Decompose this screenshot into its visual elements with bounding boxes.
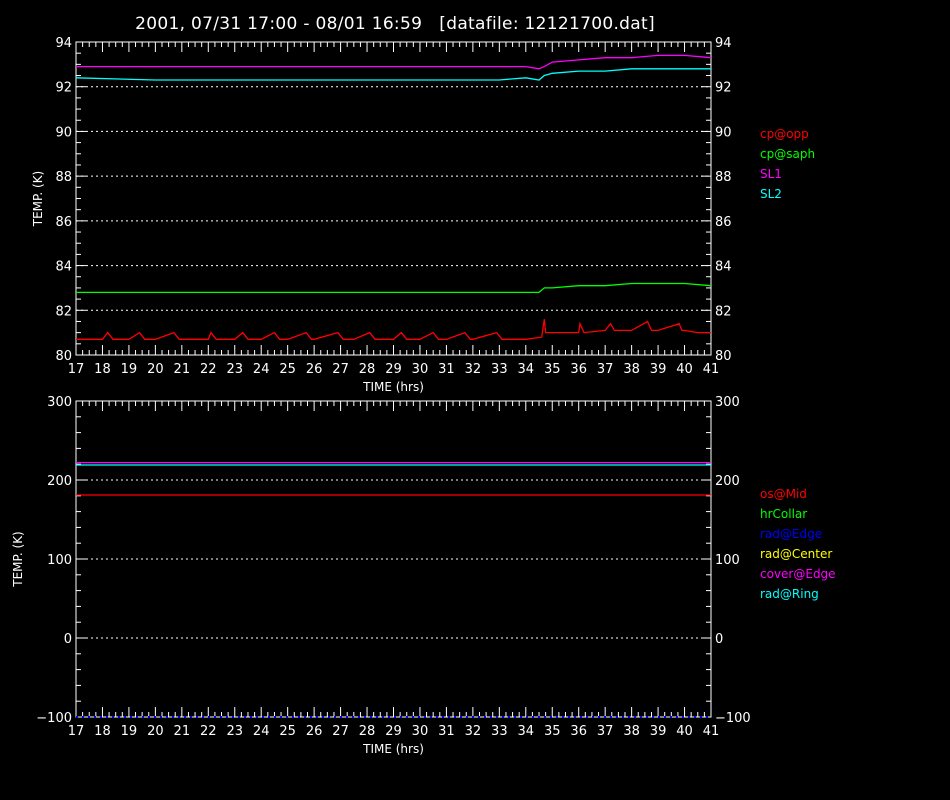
x-tick-label: 35 xyxy=(544,362,561,377)
legend-entry-sl1: SL1 xyxy=(760,167,782,181)
x-tick-label: 38 xyxy=(623,362,640,377)
y-tick-label-right: −100 xyxy=(715,711,751,726)
x-tick-label: 21 xyxy=(174,362,191,377)
chart-canvas: 17 18 19 20 21 22 23 24 25 26 27 28 29 30 31 32 33 34 35 36… xyxy=(11,36,836,756)
x-tick-label: 23 xyxy=(226,362,243,377)
y-tick-label-left: −100 xyxy=(36,711,72,726)
y-tick-label-left: 200 xyxy=(47,474,72,489)
legend-entry-cp-opp: cp@opp xyxy=(760,127,809,141)
x-tick-label: 28 xyxy=(359,724,376,739)
y-tick-label-left: 0 xyxy=(64,632,72,647)
y-axis-label: TEMP. (K) xyxy=(31,171,45,228)
y-tick-label-right: 80 xyxy=(715,349,732,364)
x-tick-label: 37 xyxy=(597,724,614,739)
series-line-sl1 xyxy=(76,54,712,70)
y-tick-label-right: 92 xyxy=(715,81,732,96)
y-tick-label-left: 80 xyxy=(55,349,72,364)
legend-entry-cover-edge: cover@Edge xyxy=(760,567,836,581)
x-tick-label: 29 xyxy=(385,362,402,377)
x-tick-label: 27 xyxy=(332,362,349,377)
x-tick-label: 31 xyxy=(438,362,455,377)
x-tick-label: 22 xyxy=(200,362,217,377)
legend-entry-cp-saph: cp@saph xyxy=(760,147,815,161)
x-tick-label: 36 xyxy=(570,362,587,377)
x-tick-label: 30 xyxy=(412,724,429,739)
y-tick-label-left: 86 xyxy=(55,215,72,230)
x-tick-label: 37 xyxy=(597,362,614,377)
x-tick-label: 36 xyxy=(570,724,587,739)
x-tick-label: 40 xyxy=(676,724,693,739)
y-tick-label-right: 200 xyxy=(715,474,740,489)
x-tick-label: 17 xyxy=(68,724,85,739)
y-axis-label: TEMP. (K) xyxy=(11,531,25,588)
x-tick-label: 35 xyxy=(544,724,561,739)
x-tick-label: 38 xyxy=(623,724,640,739)
legend-entry-rad-center: rad@Center xyxy=(760,547,832,561)
series-line-cp-opp xyxy=(76,319,711,340)
series-line-cp-saph xyxy=(76,282,712,294)
x-tick-label: 24 xyxy=(253,362,270,377)
y-tick-label-right: 94 xyxy=(715,36,732,51)
x-axis-label: TIME (hrs) xyxy=(362,380,424,394)
x-tick-label: 22 xyxy=(200,724,217,739)
legend-entry-rad-edge: rad@Edge xyxy=(760,527,822,541)
x-tick-label: 32 xyxy=(465,362,482,377)
x-tick-label: 34 xyxy=(518,724,535,739)
legend-entry-hrcollar: hrCollar xyxy=(760,507,807,521)
x-tick-label: 28 xyxy=(359,362,376,377)
x-tick-label: 26 xyxy=(306,362,323,377)
y-tick-label-right: 88 xyxy=(715,170,732,185)
x-tick-label: 26 xyxy=(306,724,323,739)
y-tick-label-right: 84 xyxy=(715,260,732,275)
x-tick-label: 18 xyxy=(94,362,111,377)
x-tick-label: 34 xyxy=(518,362,535,377)
y-tick-label-left: 300 xyxy=(47,395,72,410)
x-tick-label: 41 xyxy=(703,724,720,739)
x-tick-label: 27 xyxy=(332,724,349,739)
panel-1: 17 18 19 20 21 22 23 24 25 26 27 28 29 30 31 32 33 34 35 36… xyxy=(31,36,815,394)
x-tick-label: 19 xyxy=(121,362,138,377)
x-tick-label: 39 xyxy=(650,362,667,377)
x-tick-label: 30 xyxy=(412,362,429,377)
x-axis-label: TIME (hrs) xyxy=(362,742,424,756)
y-tick-label-right: 90 xyxy=(715,125,732,140)
y-tick-label-right: 82 xyxy=(715,304,732,319)
x-tick-label: 24 xyxy=(253,724,270,739)
x-tick-label: 25 xyxy=(279,362,296,377)
x-tick-label: 33 xyxy=(491,724,508,739)
plot-frame xyxy=(75,41,712,356)
x-tick-label: 20 xyxy=(147,724,164,739)
y-tick-label-left: 90 xyxy=(55,125,72,140)
x-tick-label: 32 xyxy=(465,724,482,739)
series-line-sl2 xyxy=(75,68,711,81)
x-tick-label: 39 xyxy=(650,724,667,739)
y-tick-label-left: 100 xyxy=(47,553,72,568)
y-tick-label-left: 92 xyxy=(55,81,72,96)
y-tick-label-right: 100 xyxy=(715,553,740,568)
x-tick-label: 23 xyxy=(226,724,243,739)
y-tick-label-left: 94 xyxy=(55,36,72,51)
y-tick-label-right: 86 xyxy=(715,215,732,230)
legend-entry-rad-ring: rad@Ring xyxy=(760,587,819,601)
y-tick-label-left: 82 xyxy=(55,304,72,319)
panel-2: 17 18 19 20 21 22 23 24 25 26 27 28 29 30 31 32 33 34 35 36… xyxy=(11,395,836,756)
x-tick-label: 19 xyxy=(121,724,138,739)
legend-entry-os-mid: os@Mid xyxy=(760,487,807,501)
y-tick-label-right: 300 xyxy=(715,395,740,410)
x-tick-label: 21 xyxy=(174,724,191,739)
legend-entry-sl2: SL2 xyxy=(760,187,782,201)
x-tick-label: 20 xyxy=(147,362,164,377)
x-tick-label: 18 xyxy=(94,724,111,739)
x-tick-label: 41 xyxy=(703,362,720,377)
x-tick-label: 40 xyxy=(676,362,693,377)
y-tick-label-left: 84 xyxy=(55,260,72,275)
y-tick-label-right: 0 xyxy=(715,632,723,647)
x-tick-label: 33 xyxy=(491,362,508,377)
x-tick-label: 31 xyxy=(438,724,455,739)
x-tick-label: 25 xyxy=(279,724,296,739)
x-tick-label: 17 xyxy=(68,362,85,377)
x-tick-label: 29 xyxy=(385,724,402,739)
y-tick-label-left: 88 xyxy=(55,170,72,185)
